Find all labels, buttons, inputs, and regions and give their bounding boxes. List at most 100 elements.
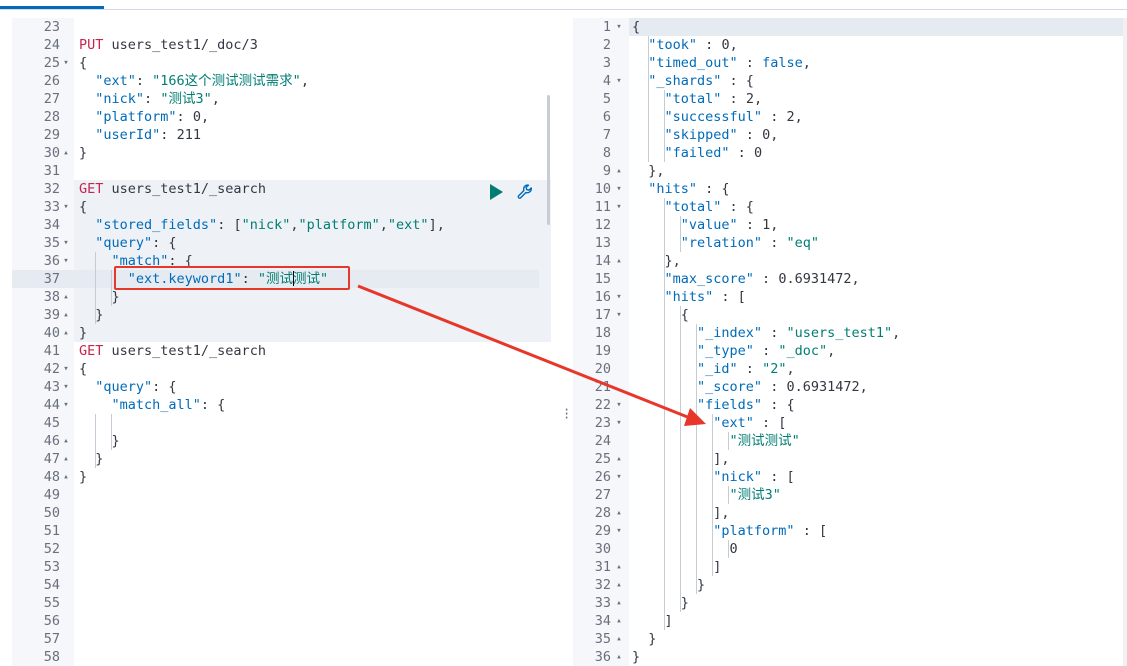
request-code-line[interactable]: 29 "userId": 211 [12, 126, 552, 144]
request-code-line[interactable]: 54 [12, 576, 552, 594]
fold-collapse-icon[interactable]: ▾ [614, 522, 624, 540]
response-code-line[interactable]: 8 "failed" : 0 [573, 144, 1127, 162]
response-code-line[interactable]: 16 ▾ "hits" : [ [573, 288, 1127, 306]
request-code-line[interactable]: 53 [12, 558, 552, 576]
request-code-line[interactable]: 52 [12, 540, 552, 558]
fold-collapse-icon[interactable]: ▾ [61, 396, 71, 414]
response-code-line[interactable]: 14 ▴ }, [573, 252, 1127, 270]
fold-collapse-icon[interactable]: ▾ [614, 18, 624, 36]
response-code-line[interactable]: 13 "relation" : "eq" [573, 234, 1127, 252]
response-code-line[interactable]: 23 ▾ "ext" : [ [573, 414, 1127, 432]
fold-collapse-icon[interactable]: ▾ [614, 180, 624, 198]
request-code-line[interactable]: 41 GET users_test1/_search [12, 342, 552, 360]
response-code-line[interactable]: 12 "value" : 1, [573, 216, 1127, 234]
fold-expand-icon[interactable]: ▴ [61, 324, 71, 342]
request-code-line[interactable]: 42 ▾ { [12, 360, 552, 378]
fold-collapse-icon[interactable]: ▾ [614, 414, 624, 432]
fold-collapse-icon[interactable]: ▾ [614, 306, 624, 324]
response-code-line[interactable]: 19 "_type" : "_doc", [573, 342, 1127, 360]
response-code-line[interactable]: 30 0 [573, 540, 1127, 558]
response-code-line[interactable]: 17 ▾ { [573, 306, 1127, 324]
drag-handle-icon[interactable]: · · · [563, 404, 570, 424]
fold-collapse-icon[interactable]: ▾ [614, 198, 624, 216]
response-code-line[interactable]: 29 ▾ "platform" : [ [573, 522, 1127, 540]
fold-expand-icon[interactable]: ▴ [614, 558, 624, 576]
fold-collapse-icon[interactable]: ▾ [61, 54, 71, 72]
response-code-line[interactable]: 32 ▴ } [573, 576, 1127, 594]
request-code-line[interactable]: 28 "platform": 0, [12, 108, 552, 126]
fold-collapse-icon[interactable]: ▾ [61, 378, 71, 396]
fold-expand-icon[interactable]: ▴ [614, 450, 624, 468]
fold-expand-icon[interactable]: ▴ [61, 288, 71, 306]
request-code-line[interactable]: 24 PUT users_test1/_doc/3 [12, 36, 552, 54]
request-code-line[interactable]: 33 ▾ { [12, 198, 552, 216]
request-code-line[interactable]: 49 [12, 486, 552, 504]
request-code-line[interactable]: 30 ▴} [12, 144, 552, 162]
request-code-line[interactable]: 57 [12, 630, 552, 648]
fold-collapse-icon[interactable]: ▾ [614, 468, 624, 486]
response-code-line[interactable]: 15 "max_score" : 0.6931472, [573, 270, 1127, 288]
response-code-line[interactable]: 2 "took" : 0, [573, 36, 1127, 54]
request-code-line[interactable]: 45 [12, 414, 552, 432]
response-code-line[interactable]: 36 ▴} [573, 648, 1127, 666]
request-editor[interactable]: 23 24 PUT users_test1/_doc/3 25 ▾{26 "ext": … [12, 18, 552, 666]
response-code-line[interactable]: 35 ▴ } [573, 630, 1127, 648]
response-code-line[interactable]: 18 "_index" : "users_test1", [573, 324, 1127, 342]
request-code-line[interactable]: 34 "stored_fields": ["nick","platform","… [12, 216, 552, 234]
response-code-line[interactable]: 11 ▾ "total" : { [573, 198, 1127, 216]
request-code-line[interactable]: 43 ▾ "query": { [12, 378, 552, 396]
response-code-line[interactable]: 6 "successful" : 2, [573, 108, 1127, 126]
response-code-line[interactable]: 5 "total" : 2, [573, 90, 1127, 108]
fold-expand-icon[interactable]: ▴ [614, 648, 624, 666]
fold-expand-icon[interactable]: ▴ [614, 576, 624, 594]
response-code-line[interactable]: 26 ▾ "nick" : [ [573, 468, 1127, 486]
request-code-line[interactable]: 46 ▴ } [12, 432, 552, 450]
response-code-line[interactable]: 20 "_id" : "2", [573, 360, 1127, 378]
request-code-line[interactable]: 50 [12, 504, 552, 522]
fold-collapse-icon[interactable]: ▾ [61, 252, 71, 270]
request-code-line[interactable]: 23 [12, 18, 552, 36]
response-code-line[interactable]: 27 "测试3" [573, 486, 1127, 504]
response-code-line[interactable]: 4 ▾ "_shards" : { [573, 72, 1127, 90]
fold-expand-icon[interactable]: ▴ [614, 504, 624, 522]
response-viewer[interactable]: 1 ▾{2 "took" : 0, 3 "timed_out" : false, 4 ▾… [573, 18, 1127, 666]
fold-expand-icon[interactable]: ▴ [61, 432, 71, 450]
request-code-line[interactable]: 31 [12, 162, 552, 180]
response-code-line[interactable]: 33 ▴ } [573, 594, 1127, 612]
response-code-line[interactable]: 1 ▾ { [573, 18, 1127, 36]
response-scrollbar[interactable] [1123, 18, 1127, 666]
fold-expand-icon[interactable]: ▴ [614, 594, 624, 612]
request-code-line[interactable]: 26 "ext": "166这个测试测试需求", [12, 72, 552, 90]
request-code-line[interactable]: 25 ▾ { [12, 54, 552, 72]
response-code-line[interactable]: 22 ▾ "fields" : { [573, 396, 1127, 414]
fold-expand-icon[interactable]: ▴ [614, 162, 624, 180]
fold-expand-icon[interactable]: ▴ [614, 252, 624, 270]
fold-collapse-icon[interactable]: ▾ [61, 360, 71, 378]
request-code-line[interactable]: 38 ▴ } [12, 288, 552, 306]
fold-expand-icon[interactable]: ▴ [61, 468, 71, 486]
request-code-line[interactable]: 40 ▴} [12, 324, 552, 342]
response-code-line[interactable]: 31 ▴ ] [573, 558, 1127, 576]
pane-resizer[interactable]: · · · [558, 18, 572, 666]
fold-collapse-icon[interactable]: ▾ [614, 72, 624, 90]
response-code-line[interactable]: 28 ▴ ], [573, 504, 1127, 522]
response-code-line[interactable]: 24 "测试测试" [573, 432, 1127, 450]
request-code-line[interactable]: 56 [12, 612, 552, 630]
request-code-line[interactable]: 35 ▾ "query": { [12, 234, 552, 252]
request-code-line[interactable]: 27 "nick": "测试3", [12, 90, 552, 108]
request-code-line[interactable]: 32 GET users_test1/_search [12, 180, 552, 198]
fold-collapse-icon[interactable]: ▾ [61, 198, 71, 216]
request-code-line[interactable]: 55 [12, 594, 552, 612]
request-code-line[interactable]: 48 ▴} [12, 468, 552, 486]
response-code-line[interactable]: 9 ▴ }, [573, 162, 1127, 180]
fold-collapse-icon[interactable]: ▾ [61, 234, 71, 252]
fold-expand-icon[interactable]: ▴ [614, 612, 624, 630]
fold-collapse-icon[interactable]: ▾ [614, 288, 624, 306]
response-code-line[interactable]: 21 "_score" : 0.6931472, [573, 378, 1127, 396]
request-code-line[interactable]: 58 [12, 648, 552, 666]
fold-expand-icon[interactable]: ▴ [61, 144, 71, 162]
request-code-line[interactable]: 47 ▴ } [12, 450, 552, 468]
response-code-line[interactable]: 7 "skipped" : 0, [573, 126, 1127, 144]
fold-collapse-icon[interactable]: ▾ [614, 396, 624, 414]
response-code-line[interactable]: 34 ▴ ] [573, 612, 1127, 630]
